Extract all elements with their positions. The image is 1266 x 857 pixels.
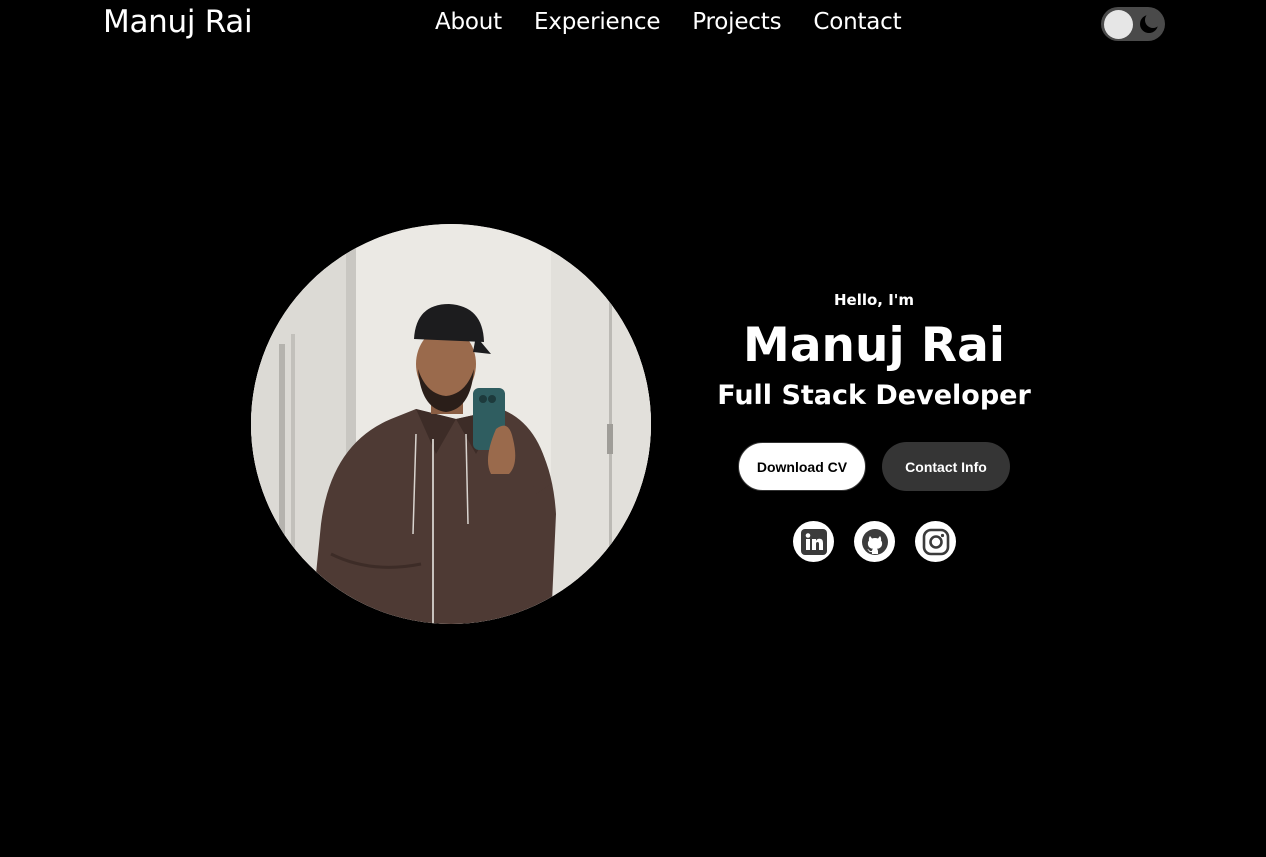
download-cv-button[interactable]: Download CV	[738, 442, 866, 491]
nav-item-experience: Experience	[534, 9, 660, 35]
nav-link-experience[interactable]: Experience	[534, 9, 660, 35]
profile-photo	[251, 224, 651, 624]
nav-link-contact[interactable]: Contact	[813, 9, 901, 35]
nav-item-projects: Projects	[692, 9, 781, 35]
profile-photo-image	[251, 224, 651, 624]
github-icon	[861, 528, 888, 555]
nav-item-contact: Contact	[813, 9, 901, 35]
instagram-link[interactable]	[915, 521, 956, 562]
hero-text: Hello, I'm Manuj Rai Full Stack Develope…	[674, 288, 1074, 416]
nav-link-about[interactable]: About	[435, 9, 502, 35]
theme-toggle[interactable]	[1101, 7, 1165, 41]
nav-link-projects[interactable]: Projects	[692, 9, 781, 35]
linkedin-link[interactable]	[793, 521, 834, 562]
nav-item-about: About	[435, 9, 502, 35]
toggle-knob	[1104, 10, 1133, 39]
instagram-icon	[922, 528, 949, 555]
greeting-text: Hello, I'm	[833, 291, 915, 309]
hero-buttons: Download CV Contact Info	[738, 442, 1010, 491]
nav-links: About Experience Projects Contact	[435, 9, 902, 35]
github-link[interactable]	[854, 521, 895, 562]
hero-name: Manuj Rai	[743, 318, 1005, 373]
linkedin-icon	[800, 528, 827, 555]
site-logo[interactable]: Manuj Rai	[103, 4, 253, 40]
hero-role: Full Stack Developer	[717, 380, 1031, 411]
social-links	[793, 521, 956, 562]
top-nav: Manuj Rai About Experience Projects Cont…	[0, 0, 1266, 50]
contact-info-button[interactable]: Contact Info	[882, 442, 1010, 491]
moon-icon	[1140, 14, 1159, 33]
